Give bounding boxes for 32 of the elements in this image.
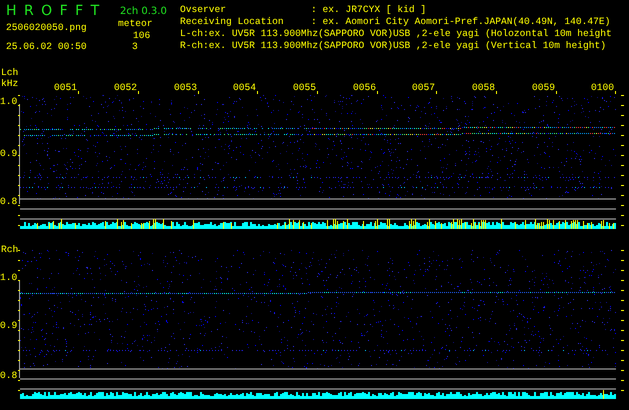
lch-count: 106 [133, 30, 150, 42]
channel-label: Rch [1, 244, 18, 255]
channel-info: R-ch:ex. UV5R 113.900Mhz(SAPPORO VOR)USB ,2-ele yagi (Vertical 10m height) [180, 40, 608, 52]
date-time: 25.06.02 00:50 [6, 41, 88, 53]
channel-info: L-ch:ex. UV5R 113.900Mhz(SAPPORO VOR)USB ,2-ele yagi (Holozontal 10m height [180, 28, 612, 40]
info-value: : ex. Aomori City Aomori-Pref.JAPAN(40.49N, 140.47E) [311, 16, 610, 28]
info-label: Receiving Location [180, 16, 285, 28]
time-label: 0052 [114, 82, 137, 93]
time-label: 0100 [590, 82, 614, 93]
frequency-label: 1.0 [0, 96, 18, 107]
time-label: 0051 [54, 82, 77, 93]
time-label: 0053 [174, 82, 197, 93]
frequency-label: 0.8 [0, 370, 18, 381]
info-value: : ex. JR7CYX [ kid ] [311, 4, 426, 16]
frequency-label: 0.8 [0, 196, 18, 207]
channel-label: Lch [1, 67, 18, 78]
time-label: 0055 [292, 82, 316, 93]
frequency-label: 0.9 [0, 148, 18, 159]
time-label: 0054 [232, 82, 256, 93]
time-label: 0058 [472, 82, 495, 93]
frequency-label: 1.0 [0, 272, 18, 283]
unit-label: kHz [1, 78, 18, 89]
time-label: 0056 [352, 82, 376, 93]
time-label: 0059 [532, 82, 555, 93]
app-title: H R O F F T [6, 3, 102, 19]
frequency-label: 0.9 [0, 320, 18, 331]
count-label: meteor [118, 18, 153, 30]
app-version: 2ch 0.3.0 [120, 6, 167, 18]
info-label: Ovserver [180, 4, 228, 16]
time-label: 0057 [412, 82, 435, 93]
file-name: 2506020050.png [6, 22, 88, 34]
rch-count: 3 [132, 42, 138, 52]
